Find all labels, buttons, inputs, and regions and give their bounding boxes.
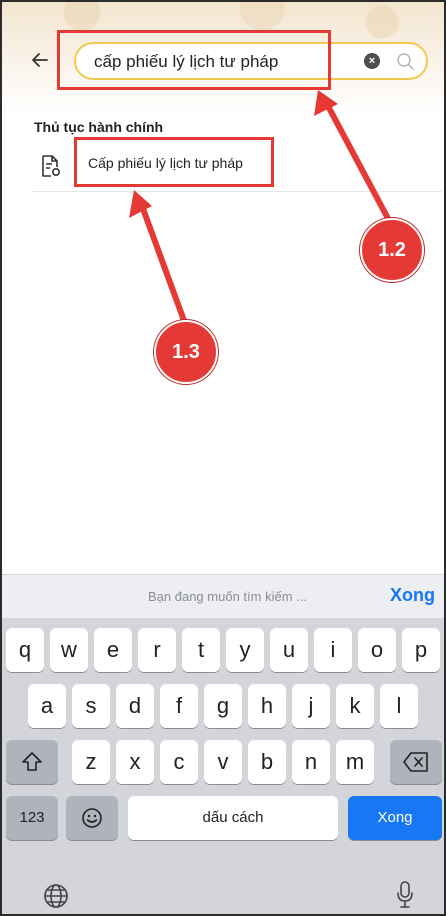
numbers-key[interactable]: 123 bbox=[6, 796, 58, 840]
key-m[interactable]: m bbox=[336, 740, 374, 784]
key-t[interactable]: t bbox=[182, 628, 220, 672]
key-j[interactable]: j bbox=[292, 684, 330, 728]
key-d[interactable]: d bbox=[116, 684, 154, 728]
key-y[interactable]: y bbox=[226, 628, 264, 672]
key-k[interactable]: k bbox=[336, 684, 374, 728]
key-i[interactable]: i bbox=[314, 628, 352, 672]
key-a[interactable]: a bbox=[28, 684, 66, 728]
space-key[interactable]: dấu cách bbox=[128, 796, 338, 840]
key-r[interactable]: r bbox=[138, 628, 176, 672]
key-f[interactable]: f bbox=[160, 684, 198, 728]
key-s[interactable]: s bbox=[72, 684, 110, 728]
return-key[interactable]: Xong bbox=[348, 796, 442, 840]
key-e[interactable]: e bbox=[94, 628, 132, 672]
key-w[interactable]: w bbox=[50, 628, 88, 672]
backspace-icon[interactable] bbox=[390, 740, 442, 784]
keyboard-suggestion-bar: Bạn đang muốn tìm kiếm ... Xong bbox=[2, 574, 444, 618]
keyboard: q w e r t y u i o p a s d f g h j k l z … bbox=[2, 618, 444, 914]
shift-icon[interactable] bbox=[6, 740, 58, 784]
done-button[interactable]: Xong bbox=[390, 585, 435, 606]
key-g[interactable]: g bbox=[204, 684, 242, 728]
microphone-icon[interactable] bbox=[396, 880, 414, 910]
key-h[interactable]: h bbox=[248, 684, 286, 728]
key-p[interactable]: p bbox=[402, 628, 440, 672]
key-c[interactable]: c bbox=[160, 740, 198, 784]
key-b[interactable]: b bbox=[248, 740, 286, 784]
key-q[interactable]: q bbox=[6, 628, 44, 672]
emoji-icon[interactable] bbox=[66, 796, 118, 840]
suggestion-placeholder: Bạn đang muốn tìm kiếm ... bbox=[148, 589, 307, 604]
key-x[interactable]: x bbox=[116, 740, 154, 784]
key-u[interactable]: u bbox=[270, 628, 308, 672]
step-badge-search: 1.2 bbox=[360, 218, 424, 282]
key-n[interactable]: n bbox=[292, 740, 330, 784]
step-badge-result: 1.3 bbox=[154, 320, 218, 384]
key-v[interactable]: v bbox=[204, 740, 242, 784]
key-z[interactable]: z bbox=[72, 740, 110, 784]
globe-icon[interactable] bbox=[42, 882, 70, 910]
key-l[interactable]: l bbox=[380, 684, 418, 728]
key-o[interactable]: o bbox=[358, 628, 396, 672]
